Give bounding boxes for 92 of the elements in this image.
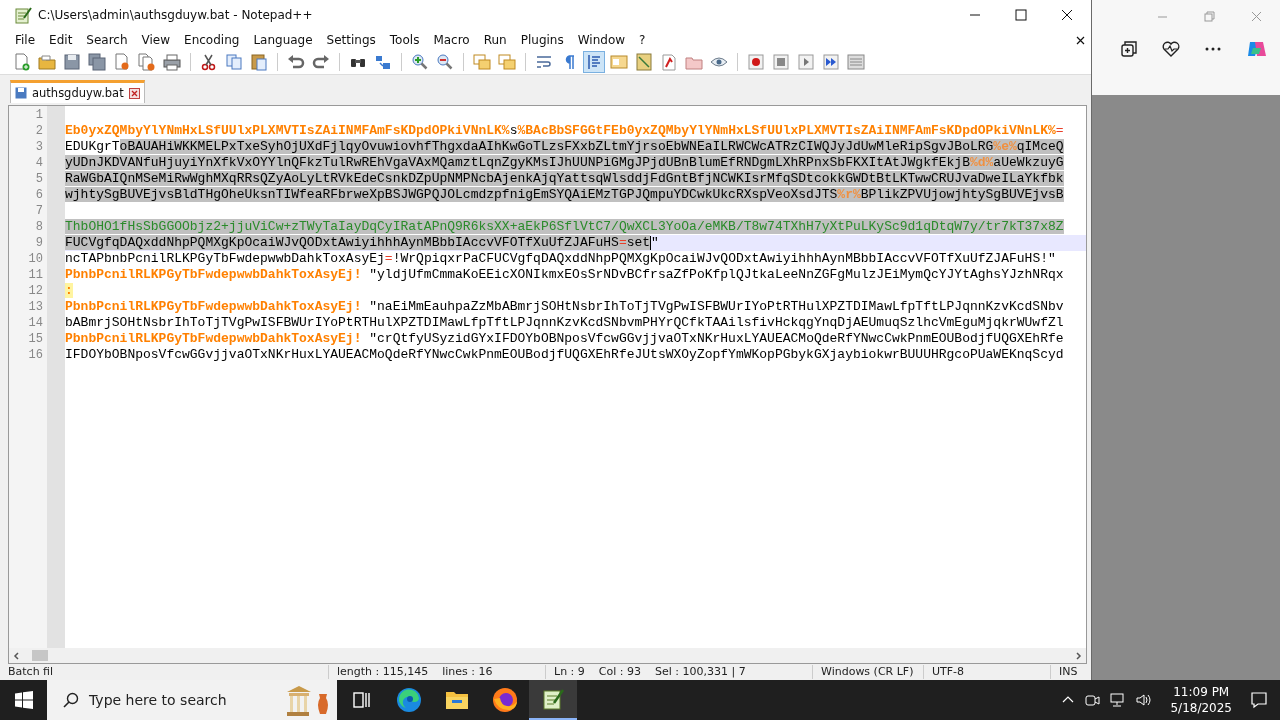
- line-number: 8: [34, 219, 43, 235]
- code-line: ncTAPbnbPcnilRLKPGyTbFwdepwwbDahkToxAsyEj=!WrQpiqxrPaCFUCVgfqDAQxddNhpPQMXgKpOcaiWJvQODxtAwiyihhhAynMBbbIAccvVFOTfXuUfZJAFuHS!": [65, 251, 1056, 266]
- status-text: UTF-8: [924, 665, 1051, 679]
- status-text: Ln : 9 Col : 93 Sel : 100,331 | 7: [546, 665, 813, 679]
- play-icon[interactable]: [796, 52, 816, 72]
- code-line: wjhtySgBUVEjvsBldTHgOheUksnTIWfeaRFbrweXpBSJWGPQJOLcmdzpfnigEmSYQAiEMzTGPJQmpuYDCwkUkcRXspVeoXsdJTS%r%BPlikZPVUjowjhtySgBUVEjvsB: [65, 187, 1064, 202]
- horizontal-scrollbar[interactable]: [9, 648, 1086, 663]
- save-all-icon[interactable]: [87, 52, 107, 72]
- line-number: 13: [27, 299, 43, 315]
- line-number: 3: [34, 139, 43, 155]
- code-line: PbnbPcnilRLKPGyTbFwdepwwbDahkToxAsyEj! "crQtfyUSyzidGYxIFDOYbOBNposVfcwGGvjjvaOTxNKrHuxLYAUEACMoQdeRfYNwcCwkPnmEOUBodjfUQGXEhRfe: [65, 331, 1064, 346]
- collections-icon[interactable]: [1120, 40, 1138, 58]
- status-text: INS: [1058, 665, 1078, 679]
- menu-item[interactable]: View: [134, 33, 178, 47]
- line-number: 11: [27, 267, 43, 283]
- stop-icon[interactable]: [771, 52, 791, 72]
- taskbar-app[interactable]: [529, 680, 577, 720]
- zoom-out-icon[interactable]: [435, 52, 455, 72]
- clock-time: 11:09 PM: [1173, 684, 1230, 700]
- code-line: EDUKgrToBAUAHiWKKMELPxTxeSyhOjUXdFjlqyOvuwiovhfThgxdaAIhKwGoTLzsFXxbZLtmYjrsoEbWNEaILRWCWcATRzCIWQJyJdUwMleRipSgvJBoLRG%e%qIMceQ: [65, 139, 1064, 154]
- line-number: 4: [34, 155, 43, 171]
- scrollbar-thumb[interactable]: [32, 650, 48, 661]
- code-line: Eb0yxZQMbyYlYNmHxLSfUUlxPLXMVTIsZAiINMFAmFsKDpdOPkiVNnLK%s%BAcBbSFGGtFEb0yxZQMbyYlYNmHxLSfUUlxPLXMVTIsZAiINMFAmFsKDpdOPkiVNnLK%=: [65, 123, 1064, 138]
- menu-item[interactable]: Macro: [426, 33, 477, 47]
- zoom-in-icon[interactable]: [410, 52, 430, 72]
- camera-icon[interactable]: [1084, 692, 1101, 708]
- file-tab[interactable]: authsgduyw.bat: [10, 80, 145, 103]
- fast-forward-icon[interactable]: [821, 52, 841, 72]
- window-title: C:\Users\admin\authsgduyw.bat - Notepad++: [38, 8, 313, 22]
- record-icon[interactable]: [746, 52, 766, 72]
- close-all-icon[interactable]: [137, 52, 157, 72]
- menu-item[interactable]: Encoding: [177, 33, 247, 47]
- menu-item[interactable]: Run: [476, 33, 514, 47]
- notepad-icon: [541, 687, 565, 711]
- close-icon[interactable]: [1061, 9, 1073, 21]
- menu-item[interactable]: Search: [79, 33, 135, 47]
- menu-item[interactable]: Settings: [319, 33, 383, 47]
- menu-item[interactable]: Language: [246, 33, 320, 47]
- network-icon[interactable]: [1110, 692, 1127, 708]
- line-number: 15: [27, 331, 43, 347]
- code-line: FUCVgfqDAQxddNhpPQMXgKpOcaiWJvQODxtAwiyihhhAynMBbbIAccvVFOTfXuUfZJAFuHS=set": [65, 235, 659, 250]
- code-line: PbnbPcnilRLKPGyTbFwdepwwbDahkToxAsyEj! "yldjUfmCmmaKoEEicXONIkmxEOsSrNDvBCfrsaZfPoKfplQJtkaLeeNnZGFgMulzJEiMymQcYJYtAghsYJzhNRqx: [65, 267, 1064, 282]
- line-number: 6: [34, 187, 43, 203]
- indent-guide-icon[interactable]: [584, 52, 604, 72]
- function-list-icon[interactable]: [659, 52, 679, 72]
- line-number: 5: [34, 171, 43, 187]
- line-number: 12: [27, 283, 43, 299]
- line-number: 16: [27, 347, 43, 363]
- maximize-icon[interactable]: [1015, 9, 1027, 21]
- browser-icon: [396, 687, 422, 713]
- volume-icon[interactable]: [1136, 692, 1153, 708]
- status-text: Windows (CR LF): [813, 665, 924, 679]
- menu-item[interactable]: Plugins: [513, 33, 571, 47]
- scroll-left-icon[interactable]: [12, 650, 22, 661]
- open-folder-icon[interactable]: [37, 52, 57, 72]
- line-number: 7: [34, 203, 43, 219]
- search-field[interactable]: Type here to search: [47, 680, 337, 720]
- line-number: 10: [27, 251, 43, 267]
- line-number: 2: [34, 123, 43, 139]
- copy-icon[interactable]: [224, 52, 244, 72]
- line-number: 9: [34, 235, 43, 251]
- fox-icon: [492, 687, 518, 713]
- menu-item[interactable]: Window: [570, 33, 633, 47]
- task-view-icon: [351, 690, 371, 710]
- line-number: 14: [27, 315, 43, 331]
- close-icon[interactable]: [1076, 35, 1085, 45]
- code-line: yUDnJKDVANfuHjuyiYnXfkVxOYYlnQFkzTulRwREhVgaVAxMQamztLqnZgyKMsIJhUUNPiGMgJPjdUBnBlumEfRNDgmLXhRPnxSbFKXItAtJWgkfEkjB%d%aUeWkzuyG: [65, 155, 1064, 170]
- menu-item[interactable]: ?: [632, 33, 653, 47]
- line-number: 1: [34, 107, 43, 123]
- code-line: PbnbPcnilRLKPGyTbFwdepwwbDahkToxAsyEj! "naEiMmEauhpaZzMbABmrjSOHtNsbrIhToTjTVgPwISFBWUrIYoPtRTHulXPZTDIMawLfpTftLPJqnnKzvKcdSNbv: [65, 299, 1064, 314]
- new-file-icon[interactable]: [12, 52, 32, 72]
- notification-icon[interactable]: [1250, 691, 1268, 709]
- save-icon: [15, 87, 27, 99]
- clock-date: 5/18/2025: [1170, 700, 1232, 716]
- document-map-icon[interactable]: [634, 52, 654, 72]
- print-icon[interactable]: [162, 52, 182, 72]
- status-text: Batch fil: [0, 665, 329, 679]
- menu-item[interactable]: Edit: [42, 33, 80, 47]
- search-icon: [63, 692, 79, 708]
- menu-item[interactable]: File: [8, 33, 43, 47]
- notepad-icon: [14, 6, 32, 24]
- save-icon[interactable]: [62, 52, 82, 72]
- folder-icon: [445, 689, 469, 711]
- heart-pulse-icon[interactable]: [1162, 40, 1180, 58]
- status-text: length : 115,145 lines : 16: [329, 665, 546, 679]
- menu-item[interactable]: Tools: [382, 33, 427, 47]
- close-icon[interactable]: [128, 87, 140, 99]
- code-line: IFDOYbOBNposVfcwGGvjjvaOTxNKrHuxLYAUEACMoQdeRfYNwcCwkPnmEOUBodjfUQGXEhRfeJUtsWXOyZopfYmWKopPGbykGXjaybiokwrBUUUHRgcoPUaWEKnqScyd: [65, 347, 1064, 362]
- code-line: bABmrjSOHtNsbrIhToTjTVgPwISFBWUrIYoPtRTHulXPZTDIMawLfpTftLPJqnnKzvKcdSNbvmPHYrQCfkTAAilsfivHckqgYnqDjAEUmuqSzlhcVmEguMjqkrWUwfZl: [65, 315, 1064, 330]
- paste-icon[interactable]: [249, 52, 269, 72]
- windows-start-icon[interactable]: [15, 691, 33, 709]
- scroll-right-icon[interactable]: [1073, 650, 1083, 661]
